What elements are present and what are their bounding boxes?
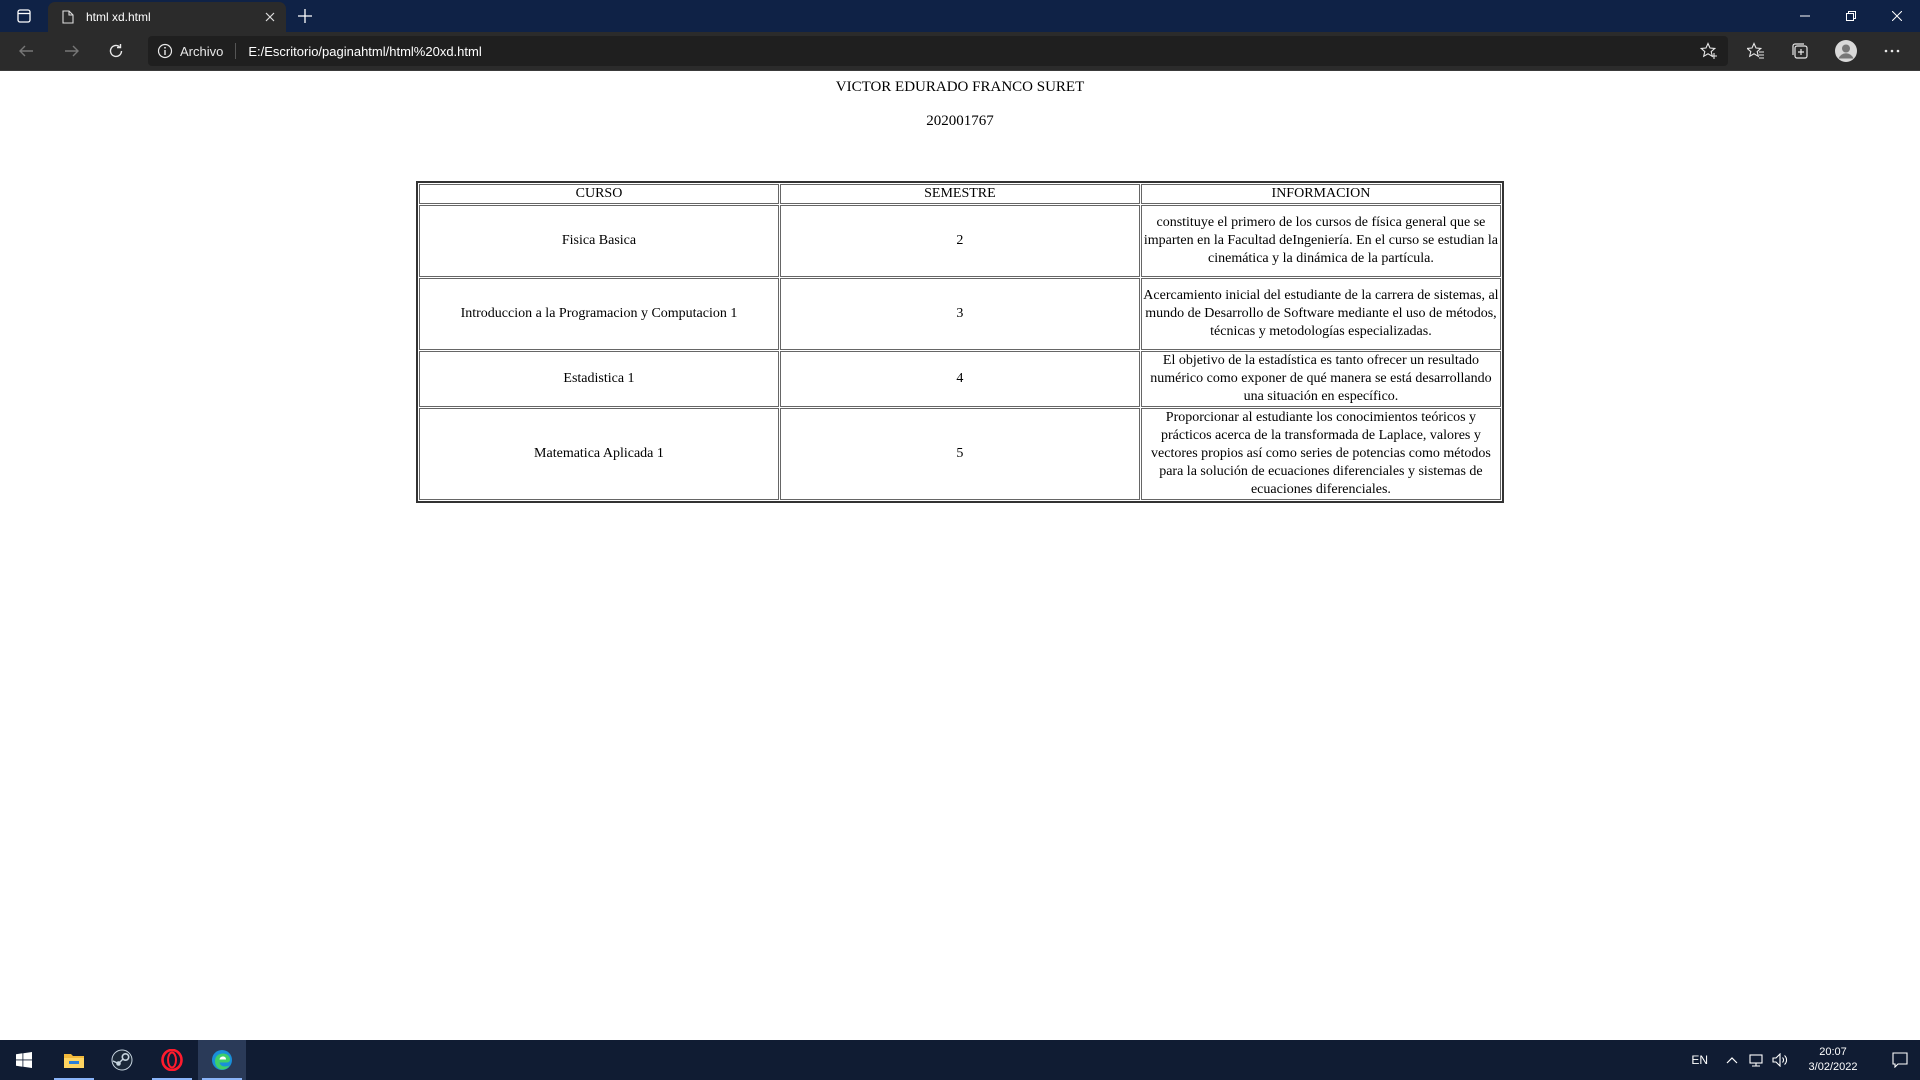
clock-time: 20:07 — [1819, 1046, 1847, 1058]
collections-icon — [1792, 43, 1808, 59]
browser-toolbar: Archivo E:/Escritorio/paginahtml/html%20… — [0, 32, 1920, 71]
steam-icon — [111, 1049, 133, 1071]
tab-actions-button[interactable] — [10, 6, 38, 26]
student-name: VICTOR EDURADO FRANCO SURET — [835, 79, 1085, 95]
notifications-button[interactable] — [1880, 1040, 1920, 1080]
cell-semestre: 4 — [779, 351, 1140, 407]
address-divider — [235, 43, 237, 59]
taskbar-steam[interactable] — [98, 1040, 146, 1080]
forward-arrow-icon — [65, 45, 79, 57]
profile-button[interactable] — [1830, 37, 1862, 65]
header-informacion: INFORMACION — [1140, 184, 1501, 204]
add-favorite-button[interactable] — [1698, 40, 1720, 62]
volume-icon — [1772, 1053, 1787, 1067]
close-icon — [1892, 11, 1902, 21]
new-tab-button[interactable] — [292, 4, 318, 28]
language-indicator[interactable]: EN — [1691, 1053, 1708, 1067]
edge-icon — [212, 1050, 232, 1070]
avatar-icon — [1835, 40, 1857, 62]
student-id: 202001767 — [926, 113, 994, 129]
plus-icon — [298, 9, 312, 23]
page-content: VICTOR EDURADO FRANCO SURET 202001767 CU… — [0, 71, 1920, 1039]
tab-actions-icon — [17, 9, 31, 23]
system-tray: EN 20:07 3/02/2022 — [1691, 1040, 1920, 1080]
cell-informacion: Acercamiento inicial del estudiante de l… — [1140, 278, 1501, 350]
table-row: Introduccion a la Programacion y Computa… — [419, 278, 1501, 350]
cell-informacion: Proporcionar al estudiante los conocimie… — [1140, 408, 1501, 500]
notification-icon — [1892, 1052, 1908, 1068]
restore-icon — [1846, 11, 1856, 21]
course-table: CURSO SEMESTRE INFORMACION Fisica Basica… — [416, 181, 1504, 503]
file-explorer-icon — [64, 1054, 84, 1068]
volume-button[interactable] — [1770, 1040, 1790, 1080]
table-row: Estadistica 1 4 El objetivo de la estadí… — [419, 351, 1501, 407]
header-semestre: SEMESTRE — [779, 184, 1140, 204]
cell-curso: Introduccion a la Programacion y Computa… — [419, 278, 779, 350]
forward-button[interactable] — [56, 37, 88, 65]
refresh-button[interactable] — [100, 37, 132, 65]
tab-title: html xd.html — [86, 10, 151, 24]
opera-icon — [161, 1049, 183, 1071]
address-bar[interactable]: Archivo E:/Escritorio/paginahtml/html%20… — [148, 36, 1728, 66]
star-plus-icon — [1700, 42, 1717, 59]
cell-curso: Estadistica 1 — [419, 351, 779, 407]
cell-semestre: 3 — [779, 278, 1140, 350]
minimize-button[interactable] — [1782, 0, 1828, 32]
file-icon — [60, 9, 76, 25]
cell-curso: Fisica Basica — [419, 205, 779, 277]
taskbar-file-explorer[interactable] — [50, 1040, 98, 1080]
start-button[interactable] — [0, 1040, 48, 1080]
tray-overflow-button[interactable] — [1722, 1040, 1742, 1080]
window-controls — [1782, 0, 1920, 32]
cell-curso: Matematica Aplicada 1 — [419, 408, 779, 500]
restore-button[interactable] — [1828, 0, 1874, 32]
info-icon[interactable] — [156, 42, 174, 60]
close-window-button[interactable] — [1874, 0, 1920, 32]
collections-button[interactable] — [1784, 37, 1816, 65]
windows-taskbar: EN 20:07 3/02/2022 — [0, 1040, 1920, 1080]
start-icon — [16, 1052, 32, 1068]
url-text[interactable]: E:/Escritorio/paginahtml/html%20xd.html — [248, 44, 481, 59]
taskbar-opera[interactable] — [148, 1040, 196, 1080]
table-header-row: CURSO SEMESTRE INFORMACION — [419, 184, 1501, 204]
cell-semestre: 5 — [779, 408, 1140, 500]
minimize-icon — [1800, 15, 1810, 17]
network-icon — [1749, 1054, 1763, 1067]
table-row: Fisica Basica 2 constituye el primero de… — [419, 205, 1501, 277]
back-button[interactable] — [10, 37, 42, 65]
refresh-icon — [109, 44, 123, 58]
favorites-button[interactable] — [1740, 37, 1772, 65]
cell-informacion: constituye el primero de los cursos de f… — [1140, 205, 1501, 277]
clock-date: 3/02/2022 — [1808, 1061, 1858, 1073]
browser-tab[interactable]: html xd.html — [48, 2, 286, 32]
cell-informacion: El objetivo de la estadística es tanto o… — [1140, 351, 1501, 407]
network-button[interactable] — [1746, 1040, 1766, 1080]
cell-semestre: 2 — [779, 205, 1140, 277]
more-dots-icon — [1884, 49, 1900, 53]
tab-close-button[interactable] — [258, 5, 282, 29]
site-info-label[interactable]: Archivo — [180, 44, 223, 59]
back-arrow-icon — [19, 45, 33, 57]
settings-more-button[interactable] — [1876, 37, 1908, 65]
favorites-icon — [1747, 42, 1764, 59]
close-icon — [265, 12, 275, 22]
taskbar-edge[interactable] — [198, 1040, 246, 1080]
clock[interactable]: 20:07 3/02/2022 — [1794, 1045, 1872, 1075]
table-row: Matematica Aplicada 1 5 Proporcionar al … — [419, 408, 1501, 500]
header-curso: CURSO — [419, 184, 779, 204]
browser-tab-bar: html xd.html — [0, 0, 1920, 32]
chevron-up-icon — [1726, 1057, 1738, 1064]
